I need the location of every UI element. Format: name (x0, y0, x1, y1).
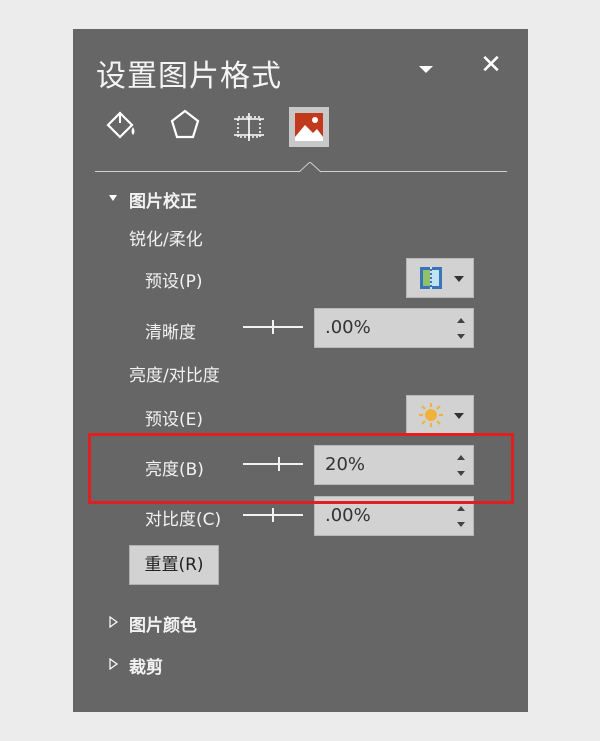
sharpness-value[interactable]: .00% (325, 317, 371, 338)
pane-title: 设置图片格式 (96, 59, 282, 94)
picture-icon (295, 113, 323, 141)
section-crop[interactable]: 裁剪 (129, 653, 163, 678)
spin-up-icon[interactable] (457, 318, 465, 323)
sun-icon (419, 403, 443, 427)
slider-thumb[interactable] (272, 320, 274, 334)
spin-down-icon[interactable] (457, 522, 465, 527)
fill-line-icon (106, 111, 135, 139)
effects-icon (170, 109, 200, 139)
format-picture-pane: 设置图片格式 ✕ 图片校正 锐化/柔化 预设(P) 清晰度 .00% 亮度/对比… (73, 29, 528, 712)
reset-button[interactable]: 重置(R) (129, 545, 219, 585)
close-button[interactable]: ✕ (477, 51, 505, 79)
expanded-caret-icon[interactable] (109, 195, 117, 201)
highlight-box (88, 433, 514, 504)
sharpness-slider[interactable] (243, 320, 303, 334)
sharpness-label: 清晰度 (145, 323, 196, 343)
contrast-value[interactable]: .00% (325, 505, 371, 526)
tab-size-properties[interactable] (228, 105, 268, 145)
contrast-label: 对比度(C) (145, 510, 222, 530)
slider-thumb[interactable] (272, 508, 274, 522)
section-picture-corrections[interactable]: 图片校正 (129, 187, 197, 212)
chevron-down-icon (454, 276, 464, 282)
spin-up-icon[interactable] (457, 506, 465, 511)
sharpen-soften-heading: 锐化/柔化 (129, 230, 203, 250)
section-picture-color[interactable]: 图片颜色 (129, 611, 197, 636)
brightness-preset-label: 预设(E) (145, 410, 204, 430)
sharpen-preset-label: 预设(P) (145, 272, 203, 292)
pane-options-button[interactable] (416, 59, 436, 79)
chevron-down-icon (454, 413, 464, 419)
chevron-down-icon (419, 66, 433, 73)
tab-fill-line[interactable] (100, 105, 140, 145)
contrast-slider[interactable] (243, 508, 303, 522)
sharpen-preset-dropdown[interactable] (406, 258, 474, 298)
collapsed-caret-icon[interactable] (109, 658, 118, 670)
sharpness-spinbox[interactable]: .00% (314, 308, 474, 348)
collapsed-caret-icon[interactable] (109, 616, 118, 628)
spin-down-icon[interactable] (457, 334, 465, 339)
tab-effects[interactable] (165, 105, 205, 145)
brightness-contrast-heading: 亮度/对比度 (129, 366, 220, 386)
tab-picture[interactable] (289, 107, 329, 147)
tab-indicator-notch (299, 162, 321, 173)
size-properties-icon (234, 113, 264, 141)
sharpen-preset-icon (420, 267, 442, 289)
brightness-preset-dropdown[interactable] (406, 395, 474, 435)
